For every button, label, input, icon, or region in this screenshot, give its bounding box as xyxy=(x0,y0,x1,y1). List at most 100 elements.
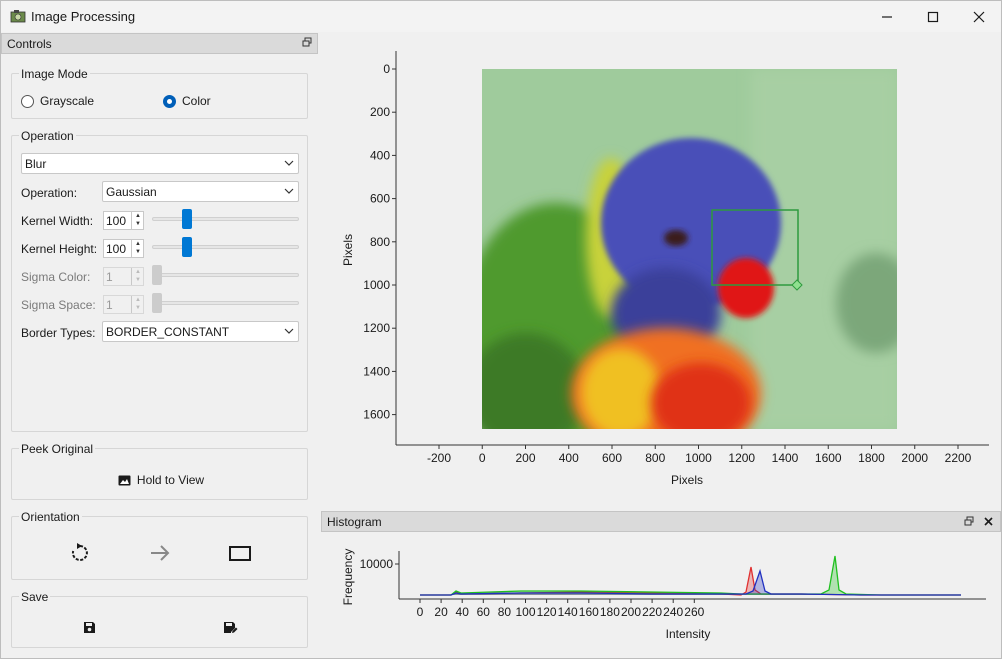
spin-down-icon[interactable]: ▼ xyxy=(132,304,144,312)
controls-panel-title: Controls xyxy=(7,37,52,51)
spin-up-icon[interactable]: ▲ xyxy=(132,296,144,304)
close-button[interactable] xyxy=(956,1,1002,32)
border-types-select[interactable]: BORDER_CONSTANT xyxy=(102,321,299,342)
x-tick-label: 400 xyxy=(559,451,579,465)
arrow-right-icon xyxy=(151,545,170,561)
histogram-panel-header: Histogram xyxy=(321,511,1001,532)
save-as-icon xyxy=(223,621,237,633)
spin-up-icon[interactable]: ▲ xyxy=(132,212,144,220)
hold-to-view-label: Hold to View xyxy=(136,473,205,487)
operation-type-label: Operation: xyxy=(21,186,78,200)
radio-color[interactable]: Color xyxy=(163,94,211,108)
hist-x-tick-label: 160 xyxy=(579,605,599,619)
x-tick-label: 2200 xyxy=(945,451,972,465)
hist-x-tick-label: 220 xyxy=(642,605,662,619)
image-plot[interactable]: Pixels Pixels -200 0 200 400 600 800 1000 1200 1… xyxy=(321,33,1001,503)
hist-y-axis-label: Frequency xyxy=(341,549,355,606)
flip-direction-button[interactable] xyxy=(147,541,173,565)
sigma-space-slider[interactable] xyxy=(152,293,299,313)
operation-type-select[interactable]: Gaussian xyxy=(102,181,299,202)
hist-series-green xyxy=(420,555,961,596)
spin-down-icon[interactable]: ▼ xyxy=(132,248,144,256)
kernel-width-label: Kernel Width: xyxy=(21,214,94,228)
save-as-button[interactable] xyxy=(220,618,240,636)
hist-y-tick-label: 10000 xyxy=(360,557,394,571)
hist-x-tick-label: 40 xyxy=(456,605,470,619)
operation-select-value: Blur xyxy=(25,157,47,171)
operation-select[interactable]: Blur xyxy=(21,153,299,174)
spin-down-icon[interactable]: ▼ xyxy=(132,276,144,284)
save-button[interactable] xyxy=(79,618,99,636)
sigma-color-slider[interactable] xyxy=(152,265,299,285)
border-types-label: Border Types: xyxy=(21,326,96,340)
image-icon xyxy=(118,475,131,485)
sigma-color-value[interactable]: 1 xyxy=(106,270,113,284)
sigma-color-spinner[interactable]: 1 ▲ ▼ xyxy=(103,267,144,286)
x-tick-label: 1200 xyxy=(728,451,755,465)
x-tick-label: 200 xyxy=(515,451,535,465)
sigma-color-label: Sigma Color: xyxy=(21,270,91,284)
maximize-icon xyxy=(927,11,939,22)
close-icon xyxy=(973,11,985,22)
spin-up-icon[interactable]: ▲ xyxy=(132,268,144,276)
kernel-height-slider[interactable] xyxy=(152,237,299,257)
radio-grayscale-label: Grayscale xyxy=(40,94,95,108)
hist-x-tick-label: 140 xyxy=(558,605,578,619)
chevron-down-icon xyxy=(284,160,294,166)
y-tick-label: 400 xyxy=(370,148,390,162)
slider-thumb[interactable] xyxy=(152,293,162,313)
x-tick-labels: -200 0 200 400 600 800 1000 1200 1400 1600 1800 200… xyxy=(427,445,972,465)
slider-thumb[interactable] xyxy=(182,209,192,229)
maximize-button[interactable] xyxy=(910,1,956,32)
x-tick-label: 2000 xyxy=(901,451,928,465)
hist-x-axis-label: Intensity xyxy=(666,627,711,641)
radio-grayscale[interactable]: Grayscale xyxy=(21,94,94,108)
sigma-space-value[interactable]: 1 xyxy=(106,298,113,312)
processed-image xyxy=(482,69,897,429)
hist-x-tick-label: 260 xyxy=(684,605,704,619)
hold-to-view-button[interactable]: Hold to View xyxy=(111,471,211,489)
slider-thumb[interactable] xyxy=(182,237,192,257)
image-mode-label: Image Mode xyxy=(19,67,90,81)
histogram-plot[interactable]: 10000 Intensity Frequency 0 20 40 60 80 100 12… xyxy=(321,533,1001,658)
x-tick-label: -200 xyxy=(427,451,451,465)
hist-x-tick-label: 80 xyxy=(498,605,512,619)
sigma-space-spinner[interactable]: 1 ▲ ▼ xyxy=(103,295,144,314)
save-label: Save xyxy=(19,590,51,604)
app-icon xyxy=(10,10,26,23)
kernel-height-label: Kernel Height: xyxy=(21,242,98,256)
y-tick-label: 1200 xyxy=(363,321,390,335)
kernel-width-spinner[interactable]: 100 ▲ ▼ xyxy=(103,211,144,230)
hist-x-tick-label: 120 xyxy=(537,605,557,619)
y-tick-label: 800 xyxy=(370,235,390,249)
hist-x-tick-label: 200 xyxy=(621,605,641,619)
radio-color-label: Color xyxy=(182,94,211,108)
x-tick-label: 1800 xyxy=(858,451,885,465)
kernel-height-spinner[interactable]: 100 ▲ ▼ xyxy=(103,239,144,258)
kernel-width-slider[interactable] xyxy=(152,209,299,229)
spin-down-icon[interactable]: ▼ xyxy=(132,220,144,228)
float-panel-icon[interactable] xyxy=(964,516,974,526)
x-tick-label: 800 xyxy=(645,451,665,465)
spin-up-icon[interactable]: ▲ xyxy=(132,240,144,248)
radio-color-indicator[interactable] xyxy=(163,94,176,108)
hist-x-tick-label: 100 xyxy=(515,605,535,619)
rotate-button[interactable] xyxy=(67,541,93,565)
sigma-space-label: Sigma Space: xyxy=(21,298,96,312)
app-window: Image Processing Controls Image Mode Gra… xyxy=(0,0,1002,659)
histogram-title: Histogram xyxy=(327,515,382,529)
peek-original-label: Peek Original xyxy=(19,442,96,456)
x-tick-label: 0 xyxy=(479,451,486,465)
operation-group-label: Operation xyxy=(19,129,76,143)
close-panel-icon[interactable] xyxy=(984,517,993,526)
hist-x-tick-labels: 0 20 40 60 80 100 120 140 160 180 200 220 240 260 xyxy=(417,599,705,619)
radio-grayscale-indicator[interactable] xyxy=(21,94,34,108)
operation-type-value: Gaussian xyxy=(106,185,157,199)
y-tick-label: 200 xyxy=(370,105,390,119)
aspect-ratio-button[interactable] xyxy=(227,541,253,565)
kernel-width-value[interactable]: 100 xyxy=(106,214,126,228)
kernel-height-value[interactable]: 100 xyxy=(106,242,126,256)
float-panel-icon[interactable] xyxy=(302,37,312,47)
minimize-button[interactable] xyxy=(864,1,910,32)
slider-thumb[interactable] xyxy=(152,265,162,285)
